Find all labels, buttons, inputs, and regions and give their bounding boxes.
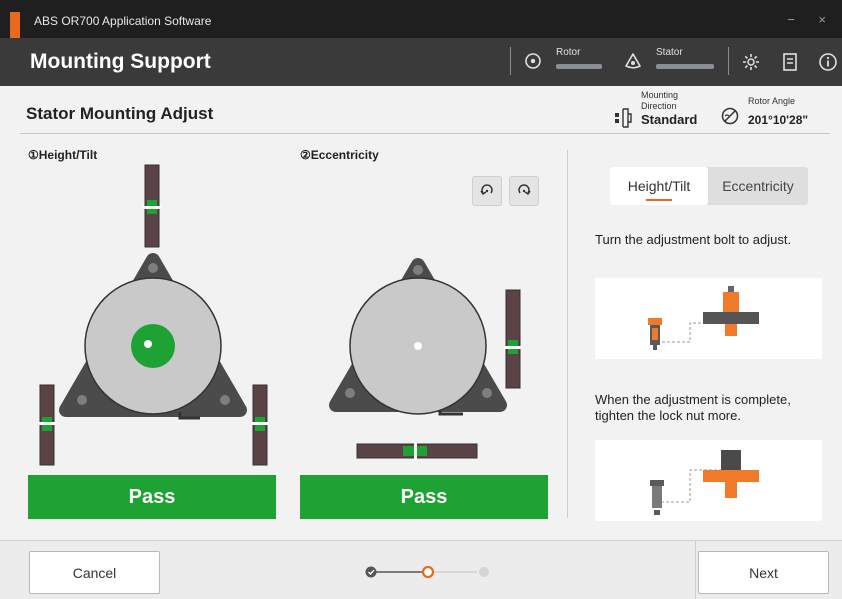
height-tilt-pass-bar: Pass: [28, 475, 276, 519]
mounting-direction-value: Standard: [641, 112, 698, 127]
app-title: ABS OR700 Application Software: [34, 14, 212, 28]
rotor-angle-label: Rotor Angle: [748, 96, 796, 106]
adjust-bolt-illustration: [595, 278, 822, 359]
step-progress: [365, 565, 489, 579]
mounting-direction-label-2: Direction: [641, 101, 677, 111]
section-title: Stator Mounting Adjust: [26, 104, 214, 123]
document-icon[interactable]: [781, 52, 799, 72]
tab-height-tilt-label: Height/Tilt: [627, 178, 691, 194]
adjustment-bolt-image: [648, 286, 759, 350]
rotate-ccw-icon: [480, 184, 493, 196]
page-header: Mounting Support Rotor Stator: [0, 38, 842, 86]
guide-tabs: Height/Tilt Eccentricity: [610, 167, 808, 205]
cancel-button[interactable]: Cancel: [29, 551, 160, 594]
section-divider: [20, 133, 830, 134]
mounting-direction-label-1: Mounting: [641, 90, 679, 100]
rotor-icon: [525, 53, 541, 69]
eccentricity-pass-bar: Pass: [300, 475, 548, 519]
app-accent-mark: [10, 12, 20, 38]
tab-eccentricity[interactable]: Eccentricity: [708, 167, 808, 205]
rotor-angle-value: 201°10'28": [748, 113, 809, 127]
stator-serial-redacted: [656, 64, 714, 69]
rotor-serial-redacted: [556, 64, 602, 69]
tab-height-tilt[interactable]: Height/Tilt: [610, 167, 708, 205]
stator-icon: [625, 53, 641, 69]
next-button[interactable]: Next: [698, 551, 829, 594]
gear-icon[interactable]: [741, 52, 761, 72]
mounting-direction-icon: [615, 108, 632, 128]
instruction-adjust: Turn the adjustment bolt to adjust.: [595, 232, 792, 247]
window-controls[interactable]: − ×: [787, 12, 836, 27]
eccentricity-diagram: [329, 258, 522, 460]
stator-label: Stator: [656, 47, 683, 58]
active-tab-indicator: [646, 199, 672, 201]
header-divider: [728, 47, 729, 75]
footer: Cancel Next: [0, 540, 842, 599]
lock-nut-illustration: [595, 440, 822, 521]
rotor-angle-icon: [721, 107, 739, 125]
instruction-lock-nut: When the adjustment is complete, tighten…: [595, 392, 791, 423]
rotate-cw-icon: [518, 184, 531, 196]
footer-divider: [695, 541, 696, 599]
page-title: Mounting Support: [30, 50, 211, 73]
height-tilt-diagram: [38, 164, 269, 466]
lock-nut-image: [650, 450, 759, 515]
rotor-label: Rotor: [556, 47, 581, 58]
rotate-cw-button[interactable]: [509, 176, 539, 206]
panel-divider: [567, 150, 568, 518]
title-bar: ABS OR700 Application Software − ×: [0, 0, 842, 38]
header-divider: [510, 47, 511, 75]
eccentricity-label: ②Eccentricity: [300, 148, 379, 162]
rotate-ccw-button[interactable]: [472, 176, 502, 206]
info-icon[interactable]: [818, 52, 838, 72]
